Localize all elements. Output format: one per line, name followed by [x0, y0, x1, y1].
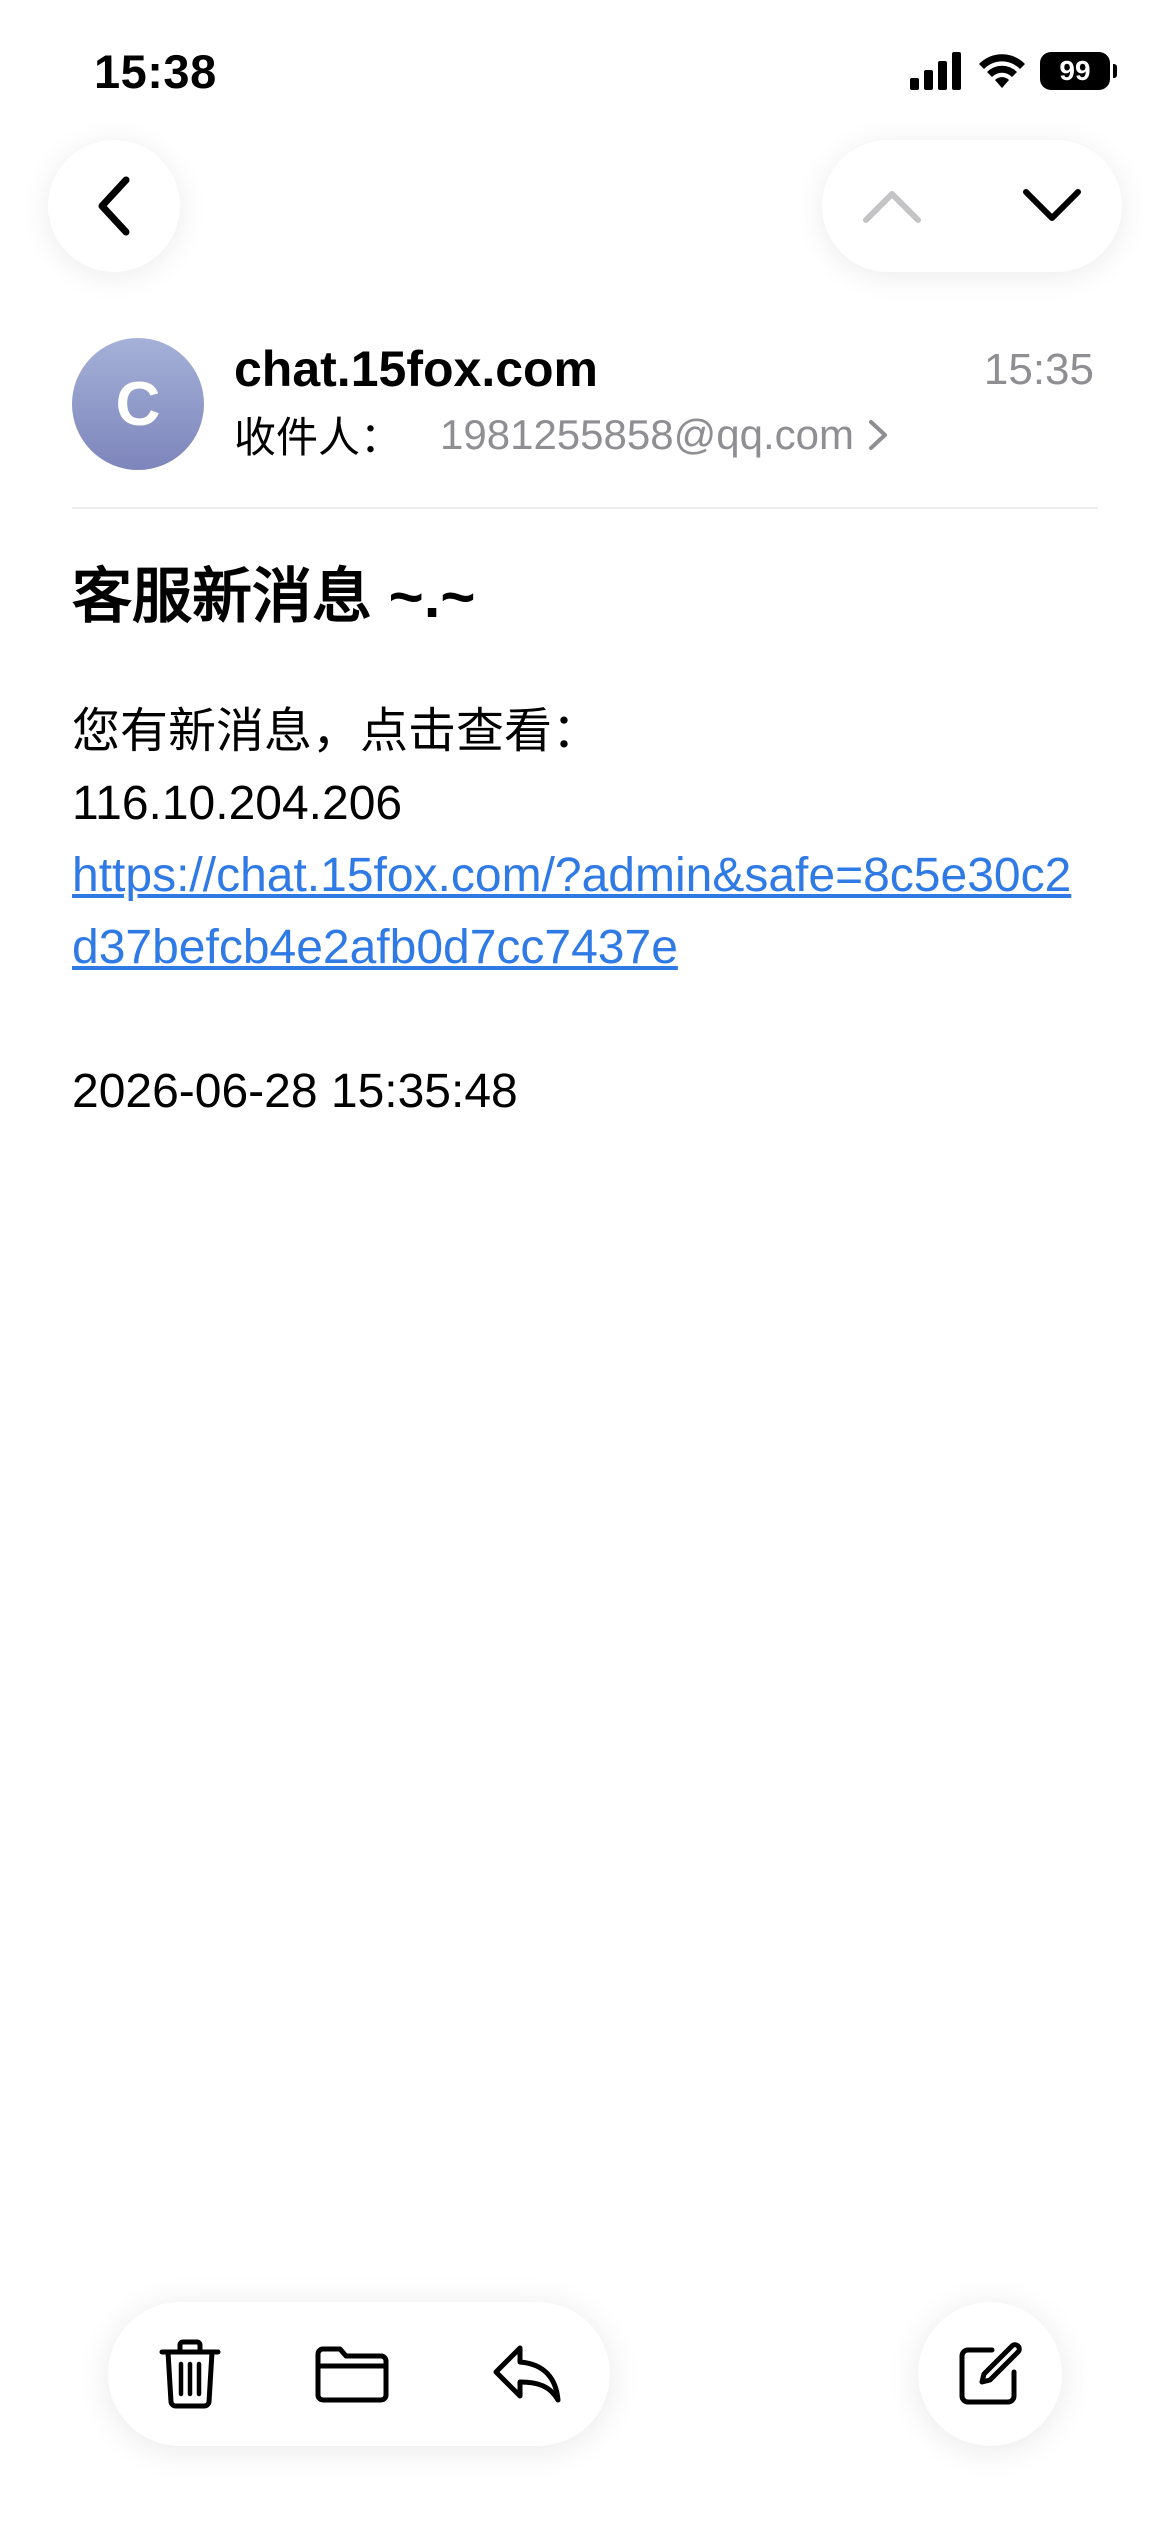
- folder-icon: [315, 2346, 389, 2403]
- delete-button[interactable]: [150, 2334, 230, 2414]
- signal-icon: [910, 52, 961, 90]
- reply-button[interactable]: [486, 2334, 566, 2414]
- email-subject: 客服新消息 ~.~: [72, 563, 476, 630]
- chevron-left-icon: [98, 176, 130, 236]
- reply-icon: [493, 2345, 561, 2403]
- body-message-line: 您有新消息，点击查看：: [72, 705, 601, 758]
- sender-avatar: C: [72, 338, 204, 470]
- recipient-label: 收件人：: [234, 414, 403, 461]
- status-time: 15:38: [94, 45, 217, 98]
- header-divider: [72, 507, 1098, 509]
- email-body: 您有新消息，点击查看： 116.10.204.206 https://chat.…: [72, 696, 1102, 1128]
- trash-icon: [159, 2339, 221, 2409]
- chevron-down-icon: [1023, 189, 1081, 221]
- message-navigation: [822, 140, 1122, 272]
- next-message-button[interactable]: [1012, 166, 1092, 246]
- email-time: 15:35: [983, 345, 1094, 394]
- wifi-icon: [979, 54, 1025, 88]
- battery-icon: 99: [1040, 52, 1117, 90]
- body-ip-line: 116.10.204.206: [72, 777, 403, 830]
- chevron-up-icon: [863, 191, 921, 223]
- previous-message-button[interactable]: [852, 166, 932, 246]
- recipient-row[interactable]: 收件人： 1981255858@qq.com: [234, 404, 890, 465]
- status-icons: 99: [910, 52, 1117, 90]
- back-button[interactable]: [48, 140, 180, 272]
- chevron-right-icon: [868, 419, 887, 450]
- body-date: 2026-06-28 15:35:48: [72, 1065, 518, 1118]
- body-link[interactable]: https://chat.15fox.com/?admin&safe=8c5e3…: [72, 840, 1092, 984]
- recipient-address: 1981255858@qq.com: [440, 410, 854, 458]
- bottom-toolbar: [108, 2302, 610, 2446]
- move-to-folder-button[interactable]: [312, 2334, 392, 2414]
- sender-name[interactable]: chat.15fox.com: [234, 340, 598, 398]
- compose-icon: [959, 2342, 1022, 2405]
- compose-button[interactable]: [918, 2302, 1062, 2446]
